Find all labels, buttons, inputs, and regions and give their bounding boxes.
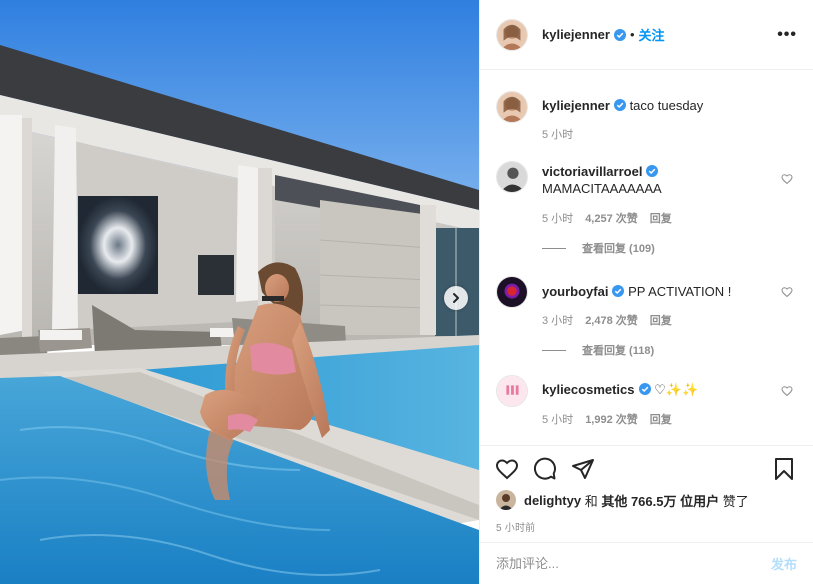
bookmark-icon (775, 458, 793, 480)
chevron-right-icon (453, 293, 459, 303)
reply-button[interactable]: 回复 (650, 411, 672, 427)
post-actions: delightyy 和 其他 766.5万 位用户 赞了 5 小时前 (480, 445, 813, 542)
photo-pool-scene (0, 0, 479, 584)
comment-icon (534, 457, 556, 480)
comment-likes[interactable]: 4,257 次赞 (585, 210, 638, 226)
separator-dot: • (629, 27, 635, 42)
comment-time[interactable]: 5 小时 (542, 210, 573, 226)
post-comment-button[interactable]: 发布 (771, 554, 797, 573)
comment-likes[interactable]: 2,478 次赞 (585, 312, 638, 328)
caption-time[interactable]: 5 小时 (542, 126, 573, 142)
comment-time[interactable]: 5 小时 (542, 411, 573, 427)
verified-badge-icon (613, 99, 626, 111)
verified-badge-icon (646, 165, 659, 177)
verified-badge-icon (612, 285, 625, 297)
liker-username[interactable]: delightyy (524, 493, 581, 508)
caption-username[interactable]: kyliejenner (542, 98, 610, 113)
heart-icon (495, 459, 519, 480)
comment-text: MAMACITAAAAAAA (542, 181, 662, 196)
view-replies-button[interactable]: 查看回复 (109) (542, 240, 797, 256)
caption: kyliejenner taco tuesday 5 小时 (496, 91, 797, 142)
next-image-button[interactable] (444, 286, 468, 310)
post-timestamp[interactable]: 5 小时前 (496, 519, 797, 534)
comment-item: victoriavillarroel MAMACITAAAAAAA 5 小时 4… (496, 161, 797, 256)
share-button[interactable] (570, 456, 596, 482)
post-dialog: kyliejenner • 关注 ••• kyliejenner taco tu… (0, 0, 813, 584)
avatar[interactable] (496, 276, 528, 308)
likes-liked: 赞了 (722, 493, 749, 509)
likes-and: 和 (584, 493, 598, 509)
follow-button[interactable]: 关注 (639, 25, 665, 44)
share-icon (572, 459, 594, 479)
comment-button[interactable] (532, 456, 558, 482)
avatar[interactable] (496, 18, 528, 51)
add-comment-bar: 发布 (480, 542, 813, 584)
comment-input[interactable] (496, 556, 771, 571)
avatar[interactable] (496, 91, 528, 123)
heart-icon[interactable] (781, 173, 793, 185)
save-button[interactable] (771, 456, 797, 482)
reply-button[interactable]: 回复 (650, 312, 672, 328)
comment-text: ♡✨✨ (654, 382, 699, 397)
avatar[interactable] (496, 490, 516, 510)
comment-item: yourboyfai PP ACTIVATION ! 3 小时 2,478 次赞… (496, 276, 797, 358)
avatar[interactable] (496, 375, 528, 407)
verified-badge-icon (638, 383, 651, 395)
comment-item: kyliecosmetics ♡✨✨ 5 小时 1,992 次赞 回复 (496, 375, 797, 427)
comment-username[interactable]: yourboyfai (542, 284, 608, 299)
comment-username[interactable]: victoriavillarroel (542, 164, 642, 179)
comment-time[interactable]: 3 小时 (542, 312, 573, 328)
likes-summary: delightyy 和 其他 766.5万 位用户 赞了 (496, 490, 797, 510)
verified-badge-icon (613, 28, 626, 41)
comments-list: kyliejenner taco tuesday 5 小时 victoriavi… (480, 70, 813, 445)
comment-text: PP ACTIVATION ! (628, 284, 732, 299)
header-username[interactable]: kyliejenner (542, 27, 610, 42)
avatar[interactable] (496, 161, 528, 193)
view-replies-button[interactable]: 查看回复 (118) (542, 342, 797, 358)
heart-icon[interactable] (781, 385, 793, 397)
like-button[interactable] (494, 456, 520, 482)
action-bar (494, 446, 797, 492)
post-image[interactable] (0, 0, 479, 584)
post-side-panel: kyliejenner • 关注 ••• kyliejenner taco tu… (479, 0, 813, 584)
caption-text: taco tuesday (629, 98, 704, 113)
reply-button[interactable]: 回复 (650, 210, 672, 226)
likes-count[interactable]: 其他 766.5万 位用户 (601, 491, 719, 510)
comment-username[interactable]: kyliecosmetics (542, 382, 635, 397)
more-options-icon[interactable]: ••• (777, 26, 797, 44)
comment-likes[interactable]: 1,992 次赞 (585, 411, 638, 427)
post-header: kyliejenner • 关注 ••• (480, 0, 813, 70)
heart-icon[interactable] (781, 286, 793, 298)
